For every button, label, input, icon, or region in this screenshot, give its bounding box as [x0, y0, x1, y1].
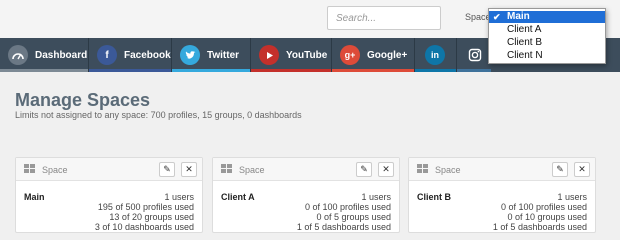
- nav-item-underline: [415, 69, 456, 72]
- delete-button[interactable]: ✕: [181, 162, 197, 177]
- grid-icon: [221, 164, 233, 174]
- dashboards-usage: 1 of 5 dashboards used: [492, 222, 587, 232]
- close-icon: ✕: [185, 164, 193, 174]
- space-card-header-label: Space: [435, 165, 461, 175]
- groups-usage: 0 of 5 groups used: [316, 212, 391, 222]
- facebook-icon: f: [97, 45, 117, 65]
- nav-item-youtube[interactable]: YouTube: [251, 38, 331, 72]
- users-count: 1 users: [361, 192, 391, 202]
- pencil-icon: ✎: [163, 164, 171, 174]
- users-count: 1 users: [557, 192, 587, 202]
- nav-item-underline: [457, 69, 491, 72]
- nav-item-underline: [332, 69, 414, 72]
- nav-item-label: Google+: [367, 49, 408, 61]
- space-name: Main: [24, 192, 45, 202]
- delete-button[interactable]: ✕: [378, 162, 394, 177]
- close-icon: ✕: [382, 164, 390, 174]
- pencil-icon: ✎: [360, 164, 368, 174]
- space-card-header: Space ✎ ✕: [409, 158, 595, 181]
- dashboards-usage: 1 of 5 dashboards used: [296, 222, 391, 232]
- space-card: Space ✎ ✕ Client B 1 users 0 of 100 prof…: [408, 157, 596, 233]
- checkmark-icon: ✔: [493, 12, 501, 22]
- nav-item-instagram[interactable]: [457, 38, 491, 72]
- nav-item-linkedin[interactable]: in: [415, 38, 456, 72]
- instagram-icon: [465, 45, 485, 65]
- nav-item-label: YouTube: [286, 49, 328, 61]
- nav-item-label: Facebook: [124, 49, 171, 61]
- youtube-icon: [259, 45, 279, 65]
- space-card-header-label: Space: [42, 165, 68, 175]
- edit-button[interactable]: ✎: [552, 162, 568, 177]
- space-option-label: Main: [507, 11, 530, 22]
- profiles-usage: 0 of 100 profiles used: [500, 202, 587, 212]
- grid-icon: [417, 164, 429, 174]
- space-option-label: Client N: [507, 50, 543, 61]
- users-count: 1 users: [164, 192, 194, 202]
- nav-item-underline: [251, 69, 331, 72]
- profiles-usage: 0 of 100 profiles used: [304, 202, 391, 212]
- space-option-main[interactable]: ✔ Main: [489, 11, 605, 23]
- space-card: Space ✎ ✕ Client A 1 users 0 of 100 prof…: [212, 157, 400, 233]
- dashboards-usage: 3 of 10 dashboards used: [94, 222, 194, 232]
- nav-item-dashboard[interactable]: Dashboard: [0, 38, 88, 72]
- page-title: Manage Spaces: [15, 90, 151, 110]
- delete-button[interactable]: ✕: [574, 162, 590, 177]
- edit-button[interactable]: ✎: [356, 162, 372, 177]
- groups-usage: 13 of 20 groups used: [109, 212, 194, 222]
- space-card: Space ✎ ✕ Main 1 users 195 of 500 profil…: [15, 157, 203, 233]
- space-option-client-n[interactable]: Client N: [489, 50, 605, 62]
- space-option-label: Client B: [507, 37, 543, 48]
- space-name: Client B: [417, 192, 452, 202]
- space-card-header-label: Space: [239, 165, 265, 175]
- google-plus-icon: g+: [340, 45, 360, 65]
- nav-item-underline: [0, 69, 88, 72]
- groups-usage: 0 of 10 groups used: [507, 212, 587, 222]
- nav-item-google-plus[interactable]: g+ Google+: [332, 38, 414, 72]
- dashboard-gauge-icon: [8, 45, 28, 65]
- space-option-label: Client A: [507, 24, 542, 35]
- grid-icon: [24, 164, 36, 174]
- nav-item-label: Dashboard: [35, 49, 88, 61]
- nav-item-label: Twitter: [207, 49, 240, 61]
- nav-item-underline: [172, 69, 250, 72]
- nav-item-facebook[interactable]: f Facebook: [89, 38, 171, 72]
- space-option-client-a[interactable]: Client A: [489, 24, 605, 36]
- search-input[interactable]: [327, 6, 441, 30]
- space-card-header: Space ✎ ✕: [213, 158, 399, 181]
- space-name: Client A: [221, 192, 255, 202]
- close-icon: ✕: [578, 164, 586, 174]
- nav-item-underline: [89, 69, 171, 72]
- page-subtitle: Limits not assigned to any space: 700 pr…: [15, 110, 302, 120]
- space-card-header: Space ✎ ✕: [16, 158, 202, 181]
- profiles-usage: 195 of 500 profiles used: [97, 202, 194, 212]
- pencil-icon: ✎: [556, 164, 564, 174]
- space-select-dropdown[interactable]: ✔ Main Client A Client B Client N: [488, 8, 606, 64]
- space-option-client-b[interactable]: Client B: [489, 37, 605, 49]
- linkedin-icon: in: [425, 45, 445, 65]
- edit-button[interactable]: ✎: [159, 162, 175, 177]
- nav-item-twitter[interactable]: Twitter: [172, 38, 250, 72]
- twitter-icon: [180, 45, 200, 65]
